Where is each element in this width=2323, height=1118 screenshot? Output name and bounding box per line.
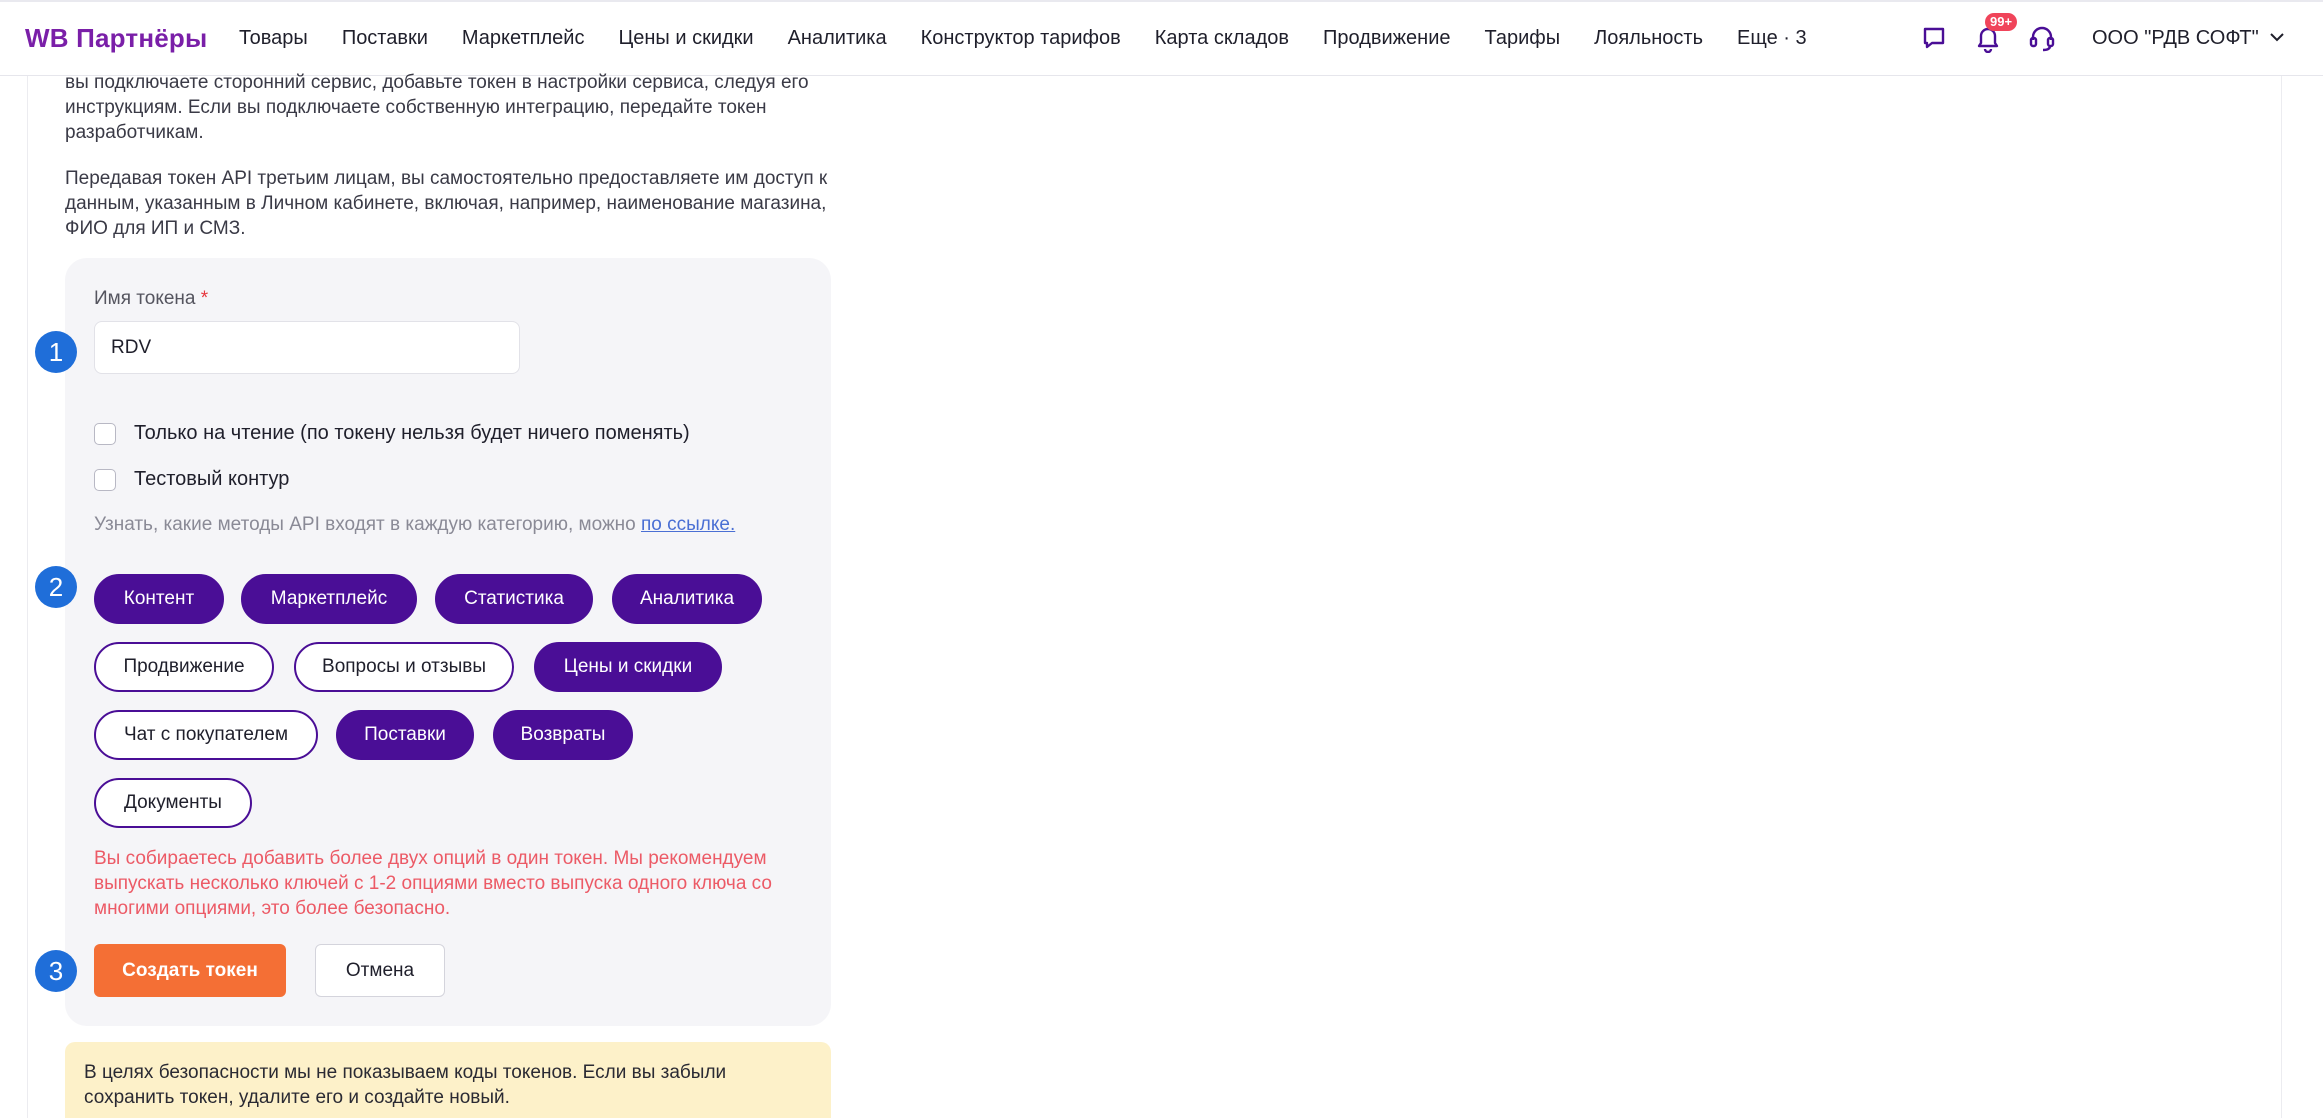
category-chip-buyer-chat[interactable]: Чат с покупателем: [94, 710, 318, 760]
category-chip-questions-reviews[interactable]: Вопросы и отзывы: [294, 642, 514, 692]
required-mark: *: [200, 288, 209, 309]
brand-logo[interactable]: WB Партнёры: [25, 23, 207, 54]
test-contour-checkbox-row[interactable]: Тестовый контур: [94, 468, 289, 491]
category-chip-supplies[interactable]: Поставки: [336, 710, 474, 760]
readonly-checkbox[interactable]: [94, 422, 116, 445]
api-methods-hint-text: Узнать, какие методы API входят в каждую…: [94, 514, 641, 535]
main-nav: Товары Поставки Маркетплейс Цены и скидк…: [239, 27, 1807, 50]
nav-item-tariffs[interactable]: Тарифы: [1485, 27, 1561, 50]
nav-item-prices[interactable]: Цены и скидки: [618, 27, 753, 50]
page-border-right: [2281, 76, 2282, 1118]
category-chip-documents[interactable]: Документы: [94, 778, 252, 828]
category-chip-prices-discounts[interactable]: Цены и скидки: [534, 642, 722, 692]
intro-paragraph-integration: вы подключаете сторонний сервис, добавьт…: [65, 72, 809, 143]
nav-item-warehouse-map[interactable]: Карта складов: [1155, 27, 1289, 50]
category-chip-statistics[interactable]: Статистика: [435, 574, 593, 624]
create-token-button[interactable]: Создать токен: [94, 944, 286, 997]
category-chip-content[interactable]: Контент: [94, 574, 224, 624]
nav-item-marketplace[interactable]: Маркетплейс: [462, 27, 585, 50]
readonly-checkbox-label: Только на чтение (по токену нельзя будет…: [134, 422, 690, 444]
chat-icon[interactable]: [1916, 20, 1952, 56]
top-divider: [0, 0, 2323, 2]
nav-item-supplies[interactable]: Поставки: [342, 27, 428, 50]
token-name-label-text: Имя токена: [94, 288, 196, 309]
test-contour-checkbox-label: Тестовый контур: [134, 468, 290, 490]
intro-paragraph-third-party: Передавая токен API третьим лицам, вы са…: [65, 168, 828, 239]
cancel-button[interactable]: Отмена: [315, 944, 445, 997]
chevron-down-icon[interactable]: [2268, 28, 2286, 51]
nav-item-tariff-builder[interactable]: Конструктор тарифов: [921, 27, 1121, 50]
nav-item-goods[interactable]: Товары: [239, 27, 308, 50]
api-methods-hint: Узнать, какие методы API входят в каждую…: [94, 514, 735, 536]
step-marker-3: 3: [35, 950, 77, 992]
nav-item-loyalty[interactable]: Лояльность: [1594, 27, 1703, 50]
token-name-input[interactable]: [94, 321, 520, 374]
security-notice-text: В целях безопасности мы не показываем ко…: [84, 1062, 727, 1108]
token-name-label: Имя токена *: [94, 288, 208, 310]
top-navigation-bar: WB Партнёры Товары Поставки Маркетплейс …: [0, 0, 2323, 76]
category-chip-promotion[interactable]: Продвижение: [94, 642, 274, 692]
category-chip-marketplace[interactable]: Маркетплейс: [241, 574, 417, 624]
nav-item-promotion[interactable]: Продвижение: [1323, 27, 1451, 50]
nav-item-more[interactable]: Еще · 3: [1737, 27, 1807, 50]
test-contour-checkbox[interactable]: [94, 468, 116, 491]
page-border-left: [27, 76, 28, 1118]
notification-badge: 99+: [1985, 13, 2018, 31]
step-marker-2: 2: [35, 566, 77, 608]
category-chip-analytics[interactable]: Аналитика: [612, 574, 762, 624]
account-name[interactable]: ООО "РДВ СОФТ": [2092, 27, 2259, 50]
too-many-options-warning: Вы собираетесь добавить более двух опций…: [94, 848, 772, 919]
step-marker-1: 1: [35, 331, 77, 373]
category-chip-returns[interactable]: Возвраты: [493, 710, 633, 760]
api-methods-link[interactable]: по ссылке.: [641, 514, 735, 535]
nav-item-analytics[interactable]: Аналитика: [788, 27, 887, 50]
support-headset-icon[interactable]: [2024, 20, 2060, 56]
readonly-checkbox-row[interactable]: Только на чтение (по токену нельзя будет…: [94, 422, 690, 445]
